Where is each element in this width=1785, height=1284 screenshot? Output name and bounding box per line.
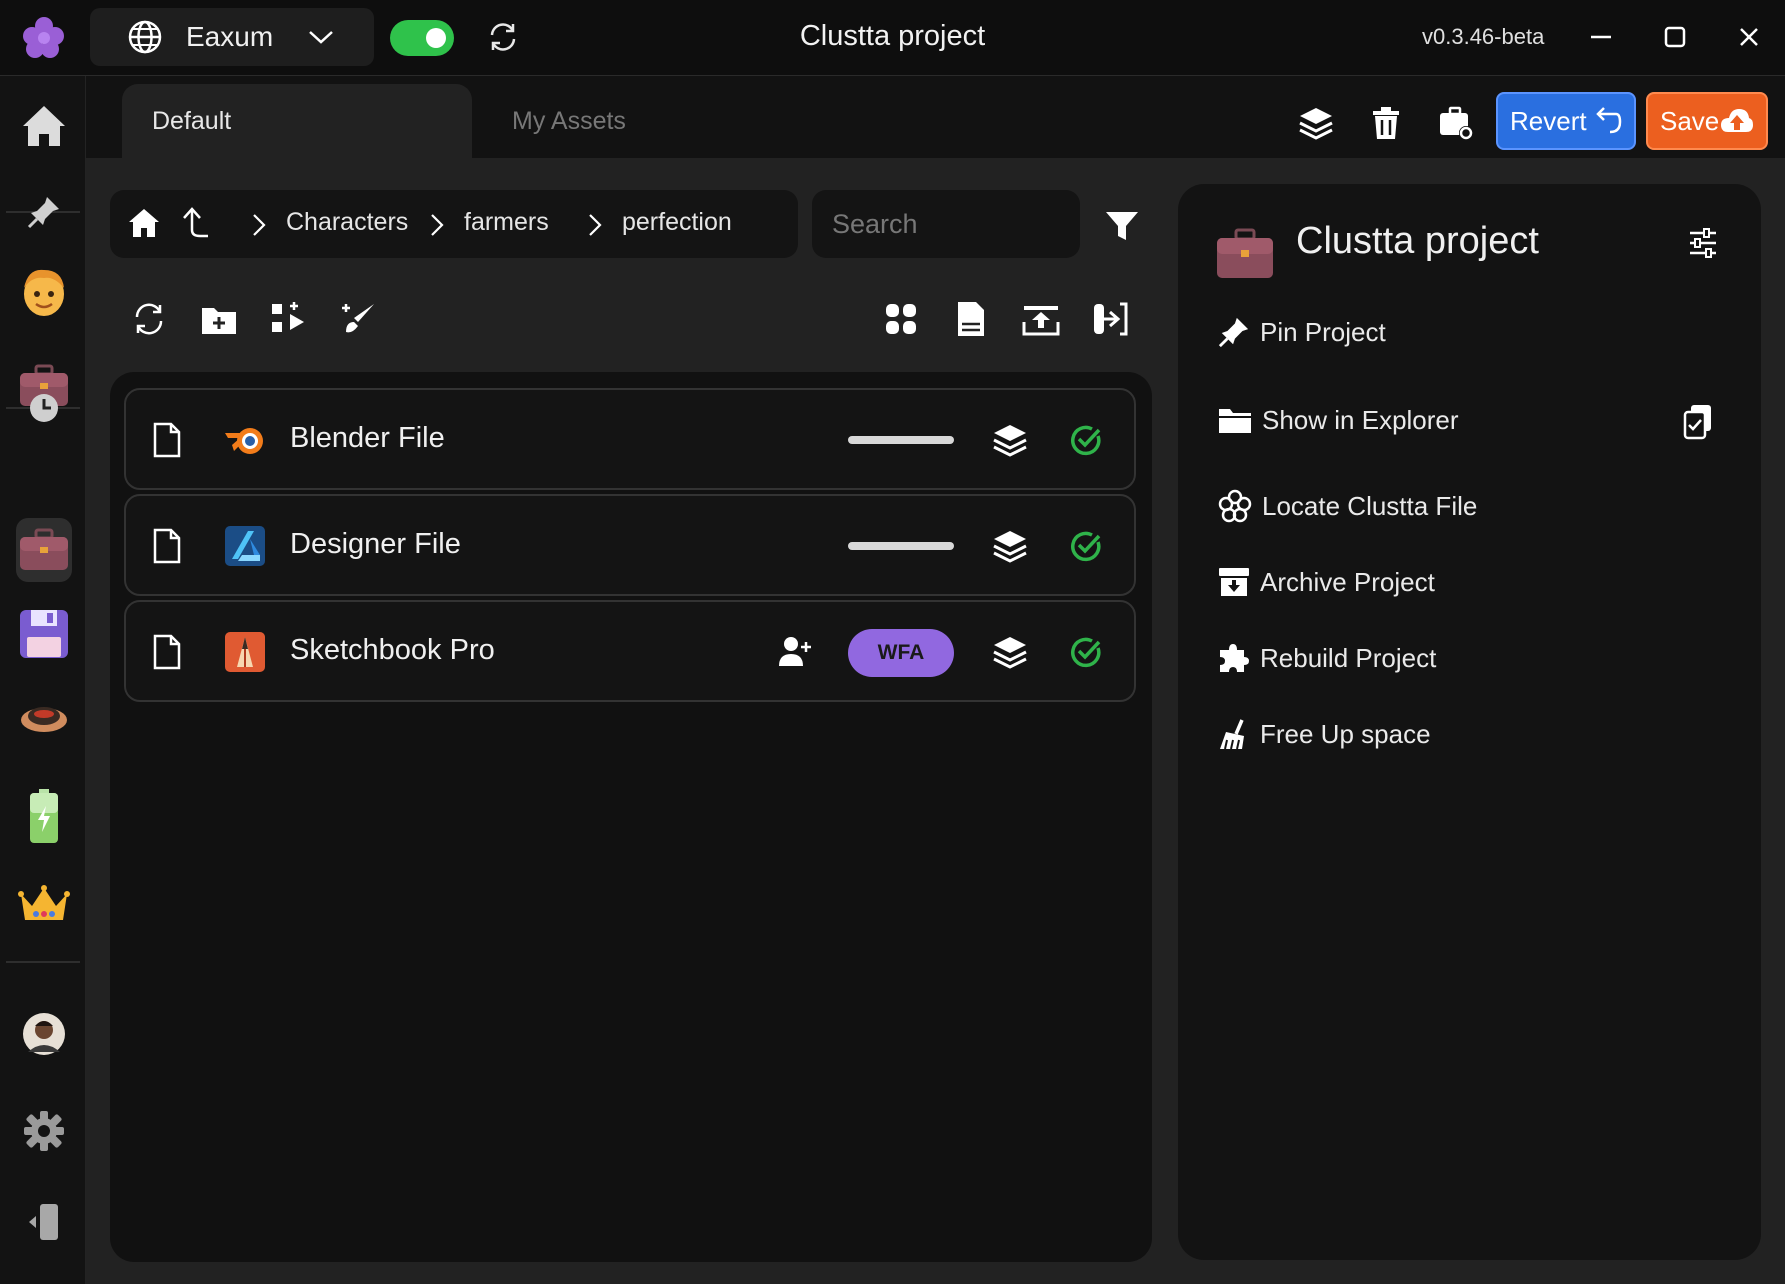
revert-label: Revert [1510,105,1587,136]
status-badge[interactable]: WFA [848,629,954,677]
rebuild-project-action[interactable]: Rebuild Project [1218,638,1436,678]
cloud-upload-icon [1721,109,1753,132]
gear-icon[interactable] [16,1103,72,1159]
action-label: Archive Project [1260,566,1435,597]
layers-icon[interactable] [992,528,1028,564]
refresh-icon[interactable] [130,300,168,338]
broom-icon [1220,719,1244,750]
file-icon [153,528,181,564]
close-icon[interactable] [1734,22,1764,52]
clock-icon[interactable] [16,380,72,436]
status-check-icon [1071,637,1101,668]
filter-icon[interactable] [1104,208,1140,244]
brush-sparkle-icon[interactable] [340,300,378,338]
home-icon[interactable] [128,208,160,238]
chevron-right-icon [431,214,444,236]
save-button[interactable]: Save [1646,92,1768,150]
pin-icon [1218,317,1249,348]
undo-icon [1596,107,1622,134]
add-folder-icon[interactable] [200,300,238,338]
pin-project-action[interactable]: Pin Project [1218,312,1386,352]
archive-icon [1219,568,1249,596]
action-label: Pin Project [1260,316,1386,347]
collapse-sidebar-icon[interactable] [16,1194,72,1250]
file-list: Blender File Designer File Sketchbook Pr… [110,372,1152,1262]
avatar[interactable] [16,1006,72,1062]
action-label: Show in Explorer [1262,404,1459,435]
grid-view-icon[interactable] [882,300,920,338]
layers-icon[interactable] [1298,105,1334,141]
status-check-icon [1071,531,1101,562]
project-panel: Clustta project Pin Project Show in Expl… [1178,184,1761,1260]
add-user-icon[interactable] [778,634,812,668]
progress-bar [848,542,954,550]
show-in-explorer-action[interactable]: Show in Explorer [1218,400,1459,440]
save-label: Save [1660,105,1720,136]
user-emoji-icon[interactable] [16,264,72,320]
blender-icon [225,428,263,454]
trash-icon[interactable] [1368,105,1404,141]
version-label: v0.3.46-beta [1422,24,1545,49]
status-check-icon [1071,425,1101,456]
list-item[interactable]: Designer File [124,494,1136,596]
layers-icon[interactable] [992,634,1028,670]
project-title: Clustta project [1296,220,1539,262]
breadcrumb-farmers[interactable]: farmers [464,208,549,237]
file-icon [153,422,181,458]
affinity-designer-icon [225,526,265,566]
breadcrumb: Characters farmers perfection [110,190,798,258]
file-icon [153,634,181,670]
sliders-icon[interactable] [1688,228,1718,258]
free-up-space-action[interactable]: Free Up space [1218,714,1431,754]
list-item[interactable]: Sketchbook Pro WFA [124,600,1136,702]
up-level-icon[interactable] [180,206,210,240]
left-rail [0,76,86,1284]
briefcase-active-icon[interactable] [16,518,72,582]
action-label: Rebuild Project [1260,642,1437,673]
maximize-icon[interactable] [1660,22,1690,52]
action-label: Free Up space [1260,718,1431,749]
upload-tray-icon[interactable] [1022,300,1060,338]
home-icon[interactable] [16,98,72,154]
folder-icon [1219,409,1251,433]
briefcase-settings-icon[interactable] [1438,105,1474,141]
list-item[interactable]: Blender File [124,388,1136,490]
sketchbook-icon [225,632,265,672]
minimize-icon[interactable] [1586,22,1616,52]
pin-icon[interactable] [16,184,72,240]
file-name: Designer File [290,528,461,560]
search-input[interactable]: Search [812,190,1080,258]
crown-icon[interactable] [16,876,72,932]
file-name: Blender File [290,422,445,454]
revert-button[interactable]: Revert [1496,92,1636,150]
battery-icon[interactable] [16,778,72,854]
copy-path-icon[interactable] [1682,404,1714,440]
import-icon[interactable] [1092,300,1130,338]
chevron-right-icon [253,214,266,236]
floppy-disk-icon[interactable] [16,606,72,662]
briefcase-icon [1217,228,1273,278]
tab-my-assets[interactable]: My Assets [482,84,732,158]
locate-clustta-file-action[interactable]: Locate Clustta File [1218,486,1477,526]
title-bar: Eaxum Clustta project v0.3.46-beta [0,0,1785,76]
chevron-right-icon [589,214,602,236]
clustta-logo-icon [1218,489,1252,523]
progress-bar [848,436,954,444]
bowl-icon[interactable] [16,690,72,746]
puzzle-icon [1220,644,1249,672]
document-view-icon[interactable] [952,300,990,338]
tab-default[interactable]: Default [122,84,472,158]
file-name: Sketchbook Pro [290,634,495,666]
layers-icon[interactable] [992,422,1028,458]
archive-project-action[interactable]: Archive Project [1218,562,1435,602]
add-media-icon[interactable] [270,300,308,338]
breadcrumb-perfection[interactable]: perfection [622,208,732,237]
action-label: Locate Clustta File [1262,490,1478,521]
breadcrumb-characters[interactable]: Characters [286,208,408,237]
